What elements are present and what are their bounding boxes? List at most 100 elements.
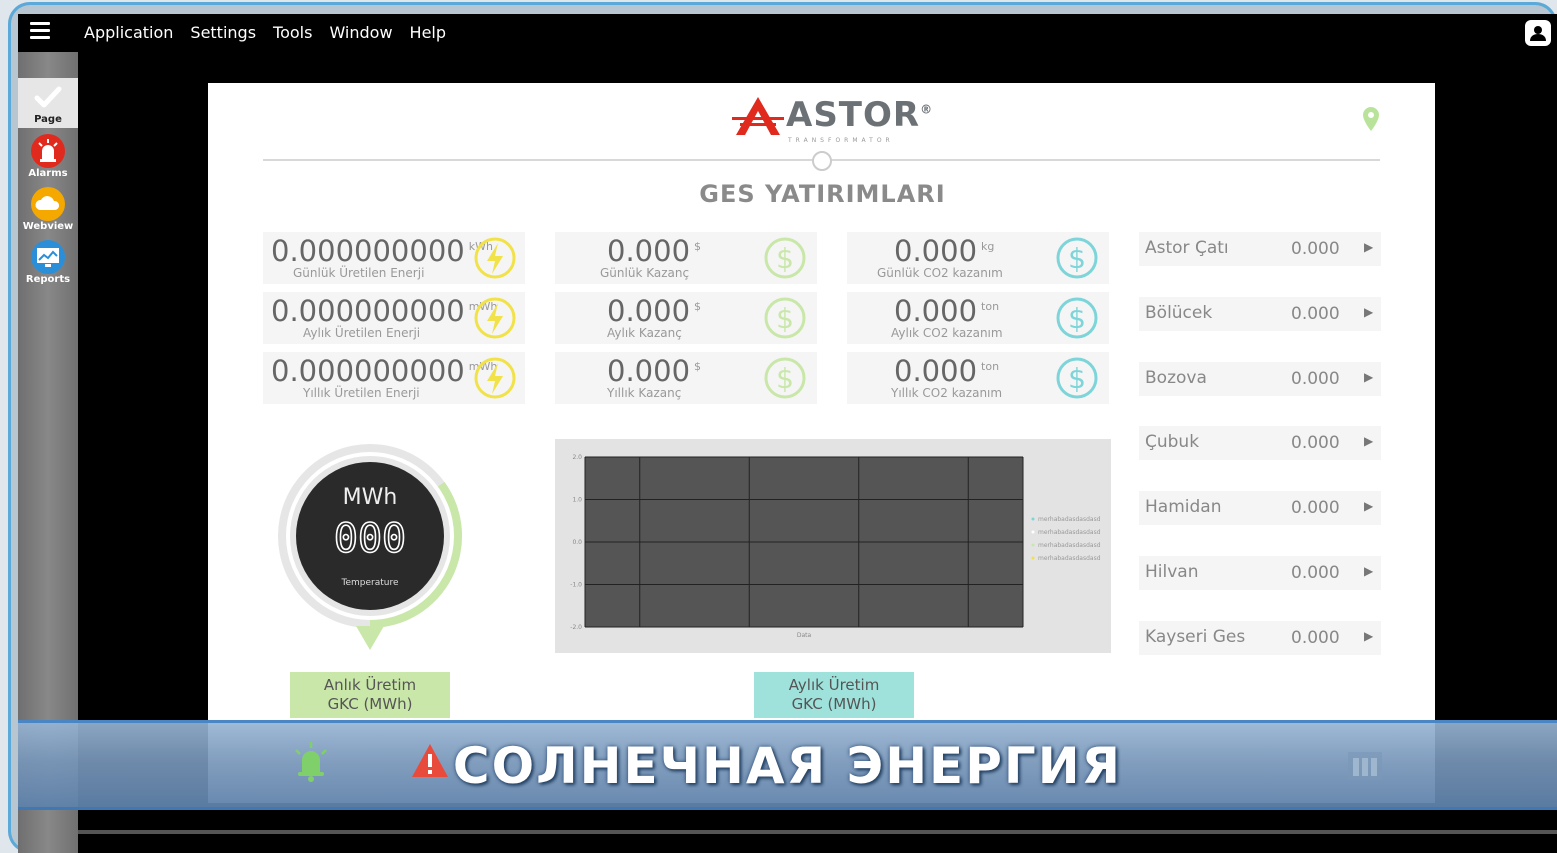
arrow-right-icon[interactable]: ▶ bbox=[1364, 499, 1373, 513]
alarm-siren-icon bbox=[31, 134, 65, 168]
location-item-astor-cati[interactable]: Astor Çatı 0.000 ▶ bbox=[1139, 232, 1381, 266]
card-unit: $ bbox=[694, 240, 702, 254]
location-item-bolucek[interactable]: Bölücek 0.000 ▶ bbox=[1139, 297, 1381, 331]
legend-marker bbox=[1031, 517, 1035, 521]
location-item-kayseri-ges[interactable]: Kayseri Ges 0.000 ▶ bbox=[1139, 621, 1381, 655]
button-line: GKC (MWh) bbox=[327, 695, 413, 713]
card-monthly-energy[interactable]: 0.000000000 mWh Aylık Üretilen Enerji bbox=[263, 292, 525, 344]
svg-text:$: $ bbox=[1068, 362, 1086, 395]
bell-alarm-icon[interactable] bbox=[290, 740, 332, 784]
legend-entry: merhabadasdasdasd bbox=[1038, 516, 1101, 523]
sidebar-item-alarms[interactable]: Alarms bbox=[18, 132, 78, 182]
sidebar-item-reports[interactable]: Reports bbox=[18, 238, 78, 288]
user-account-icon[interactable] bbox=[1525, 20, 1551, 46]
sidebar-item-label: Alarms bbox=[28, 168, 68, 179]
location-pin-icon[interactable] bbox=[1362, 106, 1380, 136]
chart-canvas: 2.0 1.0 0.0 -1.0 -2.0 Data merhabadasdasdasd me… bbox=[570, 454, 1101, 639]
button-line: Aylık Üretim bbox=[788, 676, 880, 694]
sidebar-item-label: Page bbox=[34, 114, 62, 125]
y-tick-label: 1.0 bbox=[572, 497, 582, 504]
sidebar-item-webview[interactable]: Webview bbox=[18, 185, 78, 235]
logo-text: ASTOR bbox=[786, 95, 921, 135]
svg-text:$: $ bbox=[1068, 302, 1086, 335]
monthly-production-button[interactable]: Aylık Üretim GKC (MWh) bbox=[754, 672, 914, 718]
legend-marker bbox=[1031, 543, 1035, 547]
menu-window[interactable]: Window bbox=[329, 23, 392, 42]
card-yearly-energy[interactable]: 0.000000000 mWh Yıllık Üretilen Enerji bbox=[263, 352, 525, 404]
arrow-right-icon[interactable]: ▶ bbox=[1364, 434, 1373, 448]
location-item-hilvan[interactable]: Hilvan 0.000 ▶ bbox=[1139, 556, 1381, 590]
cloud-icon bbox=[31, 187, 65, 221]
card-daily-energy[interactable]: 0.000000000 kWh Günlük Üretilen Enerji bbox=[263, 232, 525, 284]
menu-grid-icon[interactable] bbox=[1348, 752, 1382, 780]
location-value: 0.000 bbox=[1291, 239, 1340, 259]
card-value: 0.000 bbox=[894, 234, 978, 268]
card-unit: ton bbox=[981, 300, 1000, 314]
card-caption: Yıllık Kazanç bbox=[607, 386, 682, 400]
svg-text:$: $ bbox=[776, 302, 794, 335]
card-yearly-gain[interactable]: 0.000 $ Yıllık Kazanç $ bbox=[555, 352, 817, 404]
card-daily-co2[interactable]: 0.000 kg Günlük CO2 kazanım $ bbox=[847, 232, 1109, 284]
location-name: Bozova bbox=[1145, 368, 1207, 388]
menu-application[interactable]: Application bbox=[84, 23, 173, 42]
location-item-cubuk[interactable]: Çubuk 0.000 ▶ bbox=[1139, 426, 1381, 460]
location-name: Astor Çatı bbox=[1145, 238, 1229, 258]
sidebar-item-label: Webview bbox=[22, 221, 74, 232]
instant-production-button[interactable]: Anlık Üretim GKC (MWh) bbox=[290, 672, 450, 718]
lightning-icon bbox=[474, 237, 516, 279]
location-item-hamidan[interactable]: Hamidan 0.000 ▶ bbox=[1139, 491, 1381, 525]
legend-marker bbox=[1031, 556, 1035, 560]
location-name: Hilvan bbox=[1145, 562, 1199, 582]
card-caption: Aylık Kazanç bbox=[607, 326, 682, 340]
card-caption: Yıllık Üretilen Enerji bbox=[303, 386, 420, 400]
card-monthly-gain[interactable]: 0.000 $ Aylık Kazanç $ bbox=[555, 292, 817, 344]
arrow-right-icon[interactable]: ▶ bbox=[1364, 564, 1373, 578]
arrow-right-icon[interactable]: ▶ bbox=[1364, 629, 1373, 643]
footer-caption: СОЛНЕЧНАЯ ЭНЕРГИЯ bbox=[452, 737, 1123, 795]
bottom-strip bbox=[78, 830, 1557, 834]
card-value: 0.000 bbox=[607, 354, 691, 388]
legend-entry: merhabadasdasdasd bbox=[1038, 555, 1101, 562]
menu-settings[interactable]: Settings bbox=[190, 23, 256, 42]
card-caption: Günlük Kazanç bbox=[600, 266, 690, 280]
card-value: 0.000 bbox=[607, 234, 691, 268]
gauge-unit: MWh bbox=[343, 485, 398, 510]
button-line: Anlık Üretim bbox=[323, 676, 417, 694]
astor-logo-mark bbox=[732, 97, 784, 135]
sidebar-item-page[interactable]: Page bbox=[18, 78, 78, 128]
gauge-digits: 000 bbox=[334, 516, 406, 562]
location-value: 0.000 bbox=[1291, 498, 1340, 518]
menu-tools[interactable]: Tools bbox=[273, 23, 312, 42]
astor-logo: ASTOR® TRANSFORMATOR bbox=[730, 95, 932, 145]
arrow-right-icon[interactable]: ▶ bbox=[1364, 370, 1373, 384]
card-caption: Aylık CO2 kazanım bbox=[891, 326, 1003, 340]
menu-help[interactable]: Help bbox=[410, 23, 446, 42]
card-value: 0.000000000 bbox=[271, 234, 465, 268]
legend-entry: merhabadasdasdasd bbox=[1038, 542, 1101, 549]
y-tick-label: -1.0 bbox=[570, 582, 582, 589]
location-name: Çubuk bbox=[1145, 432, 1200, 452]
card-caption: Yıllık CO2 kazanım bbox=[891, 386, 1003, 400]
footer-banner: СОЛНЕЧНАЯ ЭНЕРГИЯ bbox=[18, 720, 1557, 810]
y-tick-label: -2.0 bbox=[570, 624, 582, 631]
dollar-icon: $ bbox=[1056, 297, 1098, 339]
location-item-bozova[interactable]: Bozova 0.000 ▶ bbox=[1139, 362, 1381, 396]
arrow-right-icon[interactable]: ▶ bbox=[1364, 305, 1373, 319]
y-tick-label: 0.0 bbox=[572, 539, 582, 546]
dollar-icon: $ bbox=[764, 297, 806, 339]
card-yearly-co2[interactable]: 0.000 ton Yıllık CO2 kazanım $ bbox=[847, 352, 1109, 404]
card-value: 0.000 bbox=[894, 354, 978, 388]
logo-registered: ® bbox=[920, 102, 934, 117]
card-value: 0.000000000 bbox=[271, 294, 465, 328]
card-caption: Günlük CO2 kazanım bbox=[877, 266, 1003, 280]
card-daily-gain[interactable]: 0.000 $ Günlük Kazanç $ bbox=[555, 232, 817, 284]
warning-icon[interactable] bbox=[410, 742, 450, 780]
logo-subtitle: TRANSFORMATOR bbox=[788, 137, 894, 144]
gauge-label: Temperature bbox=[340, 578, 398, 588]
hamburger-menu-icon[interactable] bbox=[30, 22, 50, 39]
card-monthly-co2[interactable]: 0.000 ton Aylık CO2 kazanım $ bbox=[847, 292, 1109, 344]
legend-entry: merhabadasdasdasd bbox=[1038, 529, 1101, 536]
location-value: 0.000 bbox=[1291, 369, 1340, 389]
sidebar-item-label: Reports bbox=[25, 274, 71, 285]
arrow-right-icon[interactable]: ▶ bbox=[1364, 240, 1373, 254]
